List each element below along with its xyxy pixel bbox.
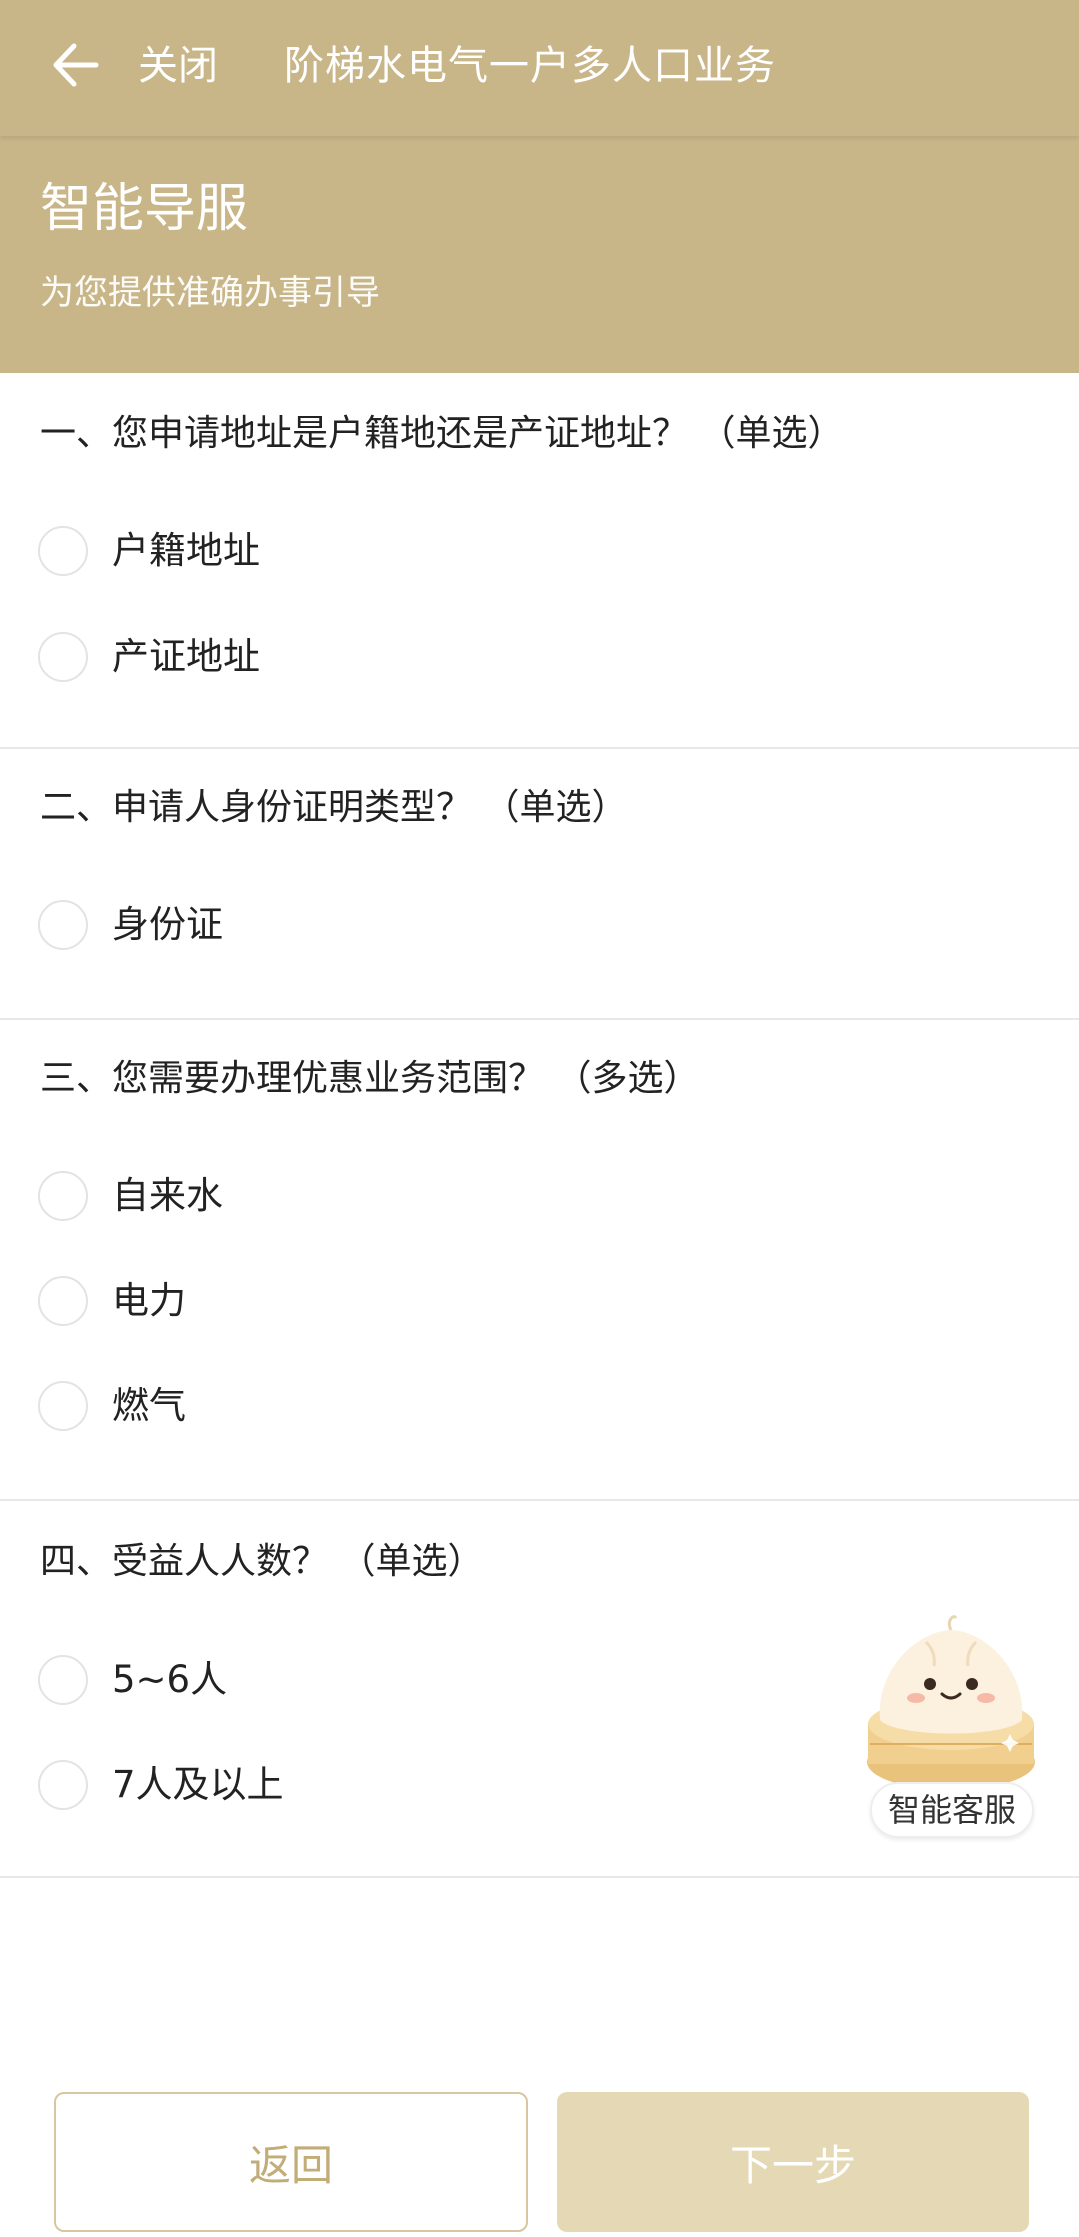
option-property-address[interactable]: 产证地址 <box>38 629 260 685</box>
radio-button[interactable] <box>38 1655 88 1705</box>
question-title: 二、申请人身份证明类型？ （单选） <box>40 787 628 828</box>
page-title: 阶梯水电气一户多人口业务 <box>284 43 776 89</box>
next-step-button[interactable]: 下一步 <box>557 2092 1029 2232</box>
option-label: 自来水 <box>112 1174 223 1217</box>
back-arrow-icon[interactable] <box>48 40 104 90</box>
question-section-1: 一、您申请地址是户籍地还是产证地址？ （单选） 户籍地址 产证地址 <box>0 373 1079 749</box>
radio-button[interactable] <box>38 1760 88 1810</box>
question-title: 三、您需要办理优惠业务范围？ （多选） <box>40 1058 700 1099</box>
question-section-3: 三、您需要办理优惠业务范围？ （多选） 自来水 电力 燃气 <box>0 1020 1079 1501</box>
checkbox[interactable] <box>38 1276 88 1326</box>
radio-button[interactable] <box>38 632 88 682</box>
hero-title: 智能导服 <box>40 179 249 239</box>
option-label: 电力 <box>112 1279 186 1322</box>
back-button[interactable]: 返回 <box>54 2092 528 2232</box>
option-label: 5~6人 <box>112 1658 228 1701</box>
question-title: 一、您申请地址是户籍地还是产证地址？ （单选） <box>40 413 844 454</box>
option-label: 产证地址 <box>112 635 260 678</box>
option-7-plus-people[interactable]: 7人及以上 <box>38 1757 284 1813</box>
option-gas[interactable]: 燃气 <box>38 1378 186 1434</box>
question-section-2: 二、申请人身份证明类型？ （单选） 身份证 <box>0 749 1079 1020</box>
nav-bar: 关闭 阶梯水电气一户多人口业务 <box>0 0 1079 136</box>
option-label: 燃气 <box>112 1384 186 1427</box>
option-5-6-people[interactable]: 5~6人 <box>38 1652 227 1708</box>
checkbox[interactable] <box>38 1171 88 1221</box>
smart-service-button[interactable]: 智能客服 <box>866 1612 1036 1842</box>
checkbox[interactable] <box>38 1381 88 1431</box>
question-title: 四、受益人人数？ （单选） <box>40 1541 484 1582</box>
hero-banner: 智能导服 为您提供准确办事引导 <box>0 136 1079 373</box>
smart-service-label: 智能客服 <box>870 1782 1034 1838</box>
option-label: 户籍地址 <box>112 529 260 572</box>
footer-bar: 返回 下一步 <box>0 2052 1079 2237</box>
radio-button[interactable] <box>38 900 88 950</box>
radio-button[interactable] <box>38 526 88 576</box>
steamed-bun-mascot-icon <box>867 1615 1035 1790</box>
option-water[interactable]: 自来水 <box>38 1168 223 1224</box>
option-label: 身份证 <box>112 903 223 946</box>
hero-subtitle: 为您提供准确办事引导 <box>40 273 380 313</box>
close-link[interactable]: 关闭 <box>138 38 218 94</box>
option-id-card[interactable]: 身份证 <box>38 897 223 953</box>
option-household-address[interactable]: 户籍地址 <box>38 523 260 579</box>
option-electricity[interactable]: 电力 <box>38 1273 186 1329</box>
option-label: 7人及以上 <box>112 1763 284 1806</box>
